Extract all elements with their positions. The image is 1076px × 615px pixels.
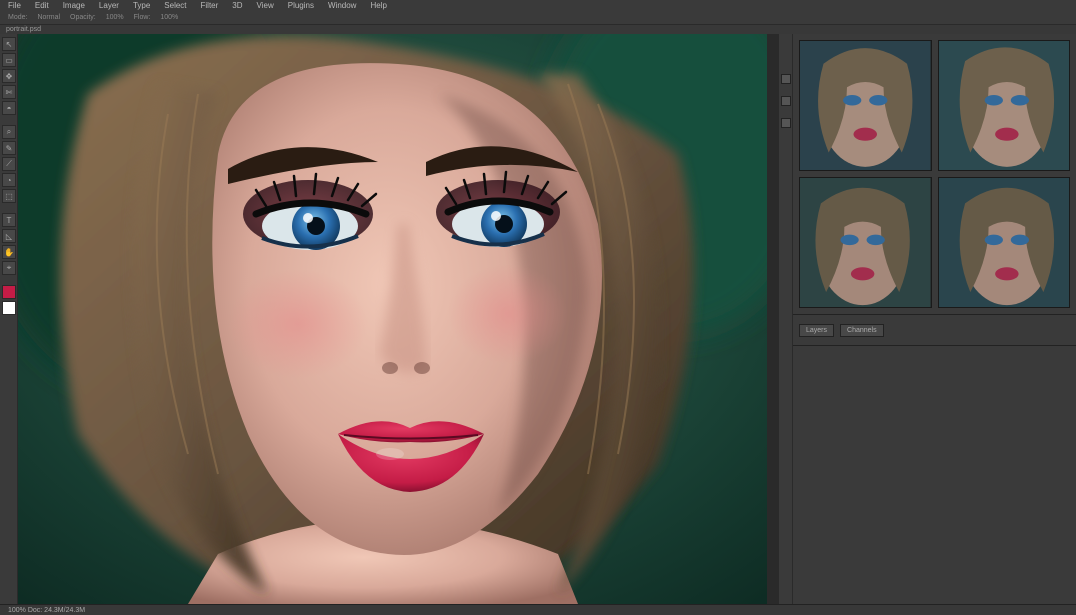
status-text: 100% Doc: 24.3M/24.3M bbox=[8, 607, 85, 614]
layers-panel-body[interactable] bbox=[793, 346, 1076, 604]
menu-item-3d[interactable]: 3D bbox=[232, 1, 242, 10]
canvas-area bbox=[18, 34, 778, 604]
option-flow-value[interactable]: 100% bbox=[160, 14, 178, 21]
channels-tab[interactable]: Channels bbox=[840, 324, 884, 337]
menu-item-filter[interactable]: Filter bbox=[201, 1, 219, 10]
menu-item-edit[interactable]: Edit bbox=[35, 1, 49, 10]
hand-tool-icon[interactable]: ✋ bbox=[2, 245, 16, 259]
thumbnail-variant-1[interactable] bbox=[799, 40, 932, 171]
pen-tool-icon[interactable]: ◺ bbox=[2, 229, 16, 243]
menu-item-image[interactable]: Image bbox=[63, 1, 85, 10]
adjustments-icon[interactable] bbox=[781, 118, 791, 128]
eyedropper-tool-icon[interactable]: ◓ bbox=[2, 101, 16, 115]
tool-separator bbox=[2, 205, 16, 211]
crop-tool-icon[interactable]: ✄ bbox=[2, 85, 16, 99]
menu-item-type[interactable]: Type bbox=[133, 1, 150, 10]
option-opacity-value[interactable]: 100% bbox=[106, 14, 124, 21]
right-panel-group: Layers Channels bbox=[792, 34, 1076, 604]
menu-item-help[interactable]: Help bbox=[370, 1, 386, 10]
status-bar: 100% Doc: 24.3M/24.3M bbox=[0, 604, 1076, 615]
brush-tool-icon[interactable]: ✎ bbox=[2, 141, 16, 155]
menu-item-file[interactable]: File bbox=[8, 1, 21, 10]
menu-bar: File Edit Image Layer Type Select Filter… bbox=[0, 0, 1076, 11]
type-tool-icon[interactable]: T bbox=[2, 213, 16, 227]
main-canvas[interactable] bbox=[18, 34, 767, 604]
tool-panel: ↖ ▭ ✥ ✄ ◓ ⌕ ✎ ⟋ ◔ ⬚ T ◺ ✋ ⌖ bbox=[0, 34, 18, 604]
option-opacity-label: Opacity: bbox=[70, 14, 96, 21]
menu-item-select[interactable]: Select bbox=[164, 1, 186, 10]
thumbnail-variant-3[interactable] bbox=[799, 177, 932, 308]
tool-separator bbox=[2, 117, 16, 123]
menu-item-window[interactable]: Window bbox=[328, 1, 356, 10]
document-tab-active[interactable]: portrait.psd bbox=[6, 26, 41, 33]
option-flow-label: Flow: bbox=[134, 14, 151, 21]
zoom-tool-icon[interactable]: ⌖ bbox=[2, 261, 16, 275]
properties-icon[interactable] bbox=[781, 96, 791, 106]
layers-tab[interactable]: Layers bbox=[799, 324, 834, 337]
thumbnail-variant-4[interactable] bbox=[938, 177, 1071, 308]
collapsed-panel-strip bbox=[778, 34, 792, 604]
background-color-swatch[interactable] bbox=[2, 301, 16, 315]
option-mode-label: Mode: bbox=[8, 14, 27, 21]
document-tab-bar: portrait.psd bbox=[0, 25, 1076, 34]
move-tool-icon[interactable]: ↖ bbox=[2, 37, 16, 51]
eraser-tool-icon[interactable]: ◔ bbox=[2, 173, 16, 187]
clone-tool-icon[interactable]: ⟋ bbox=[2, 157, 16, 171]
heal-tool-icon[interactable]: ⌕ bbox=[2, 125, 16, 139]
history-icon[interactable] bbox=[781, 74, 791, 84]
lasso-tool-icon[interactable]: ✥ bbox=[2, 69, 16, 83]
tool-separator bbox=[2, 277, 16, 283]
marquee-tool-icon[interactable]: ▭ bbox=[2, 53, 16, 67]
gradient-tool-icon[interactable]: ⬚ bbox=[2, 189, 16, 203]
menu-item-view[interactable]: View bbox=[257, 1, 274, 10]
thumbnail-variant-2[interactable] bbox=[938, 40, 1071, 171]
menu-item-plugins[interactable]: Plugins bbox=[288, 1, 314, 10]
option-mode-value[interactable]: Normal bbox=[37, 14, 60, 21]
menu-item-layer[interactable]: Layer bbox=[99, 1, 119, 10]
layers-panel-header: Layers Channels bbox=[793, 314, 1076, 346]
variant-thumbnails bbox=[793, 34, 1076, 314]
tool-options-bar: Mode: Normal Opacity: 100% Flow: 100% bbox=[0, 11, 1076, 25]
foreground-color-swatch[interactable] bbox=[2, 285, 16, 299]
